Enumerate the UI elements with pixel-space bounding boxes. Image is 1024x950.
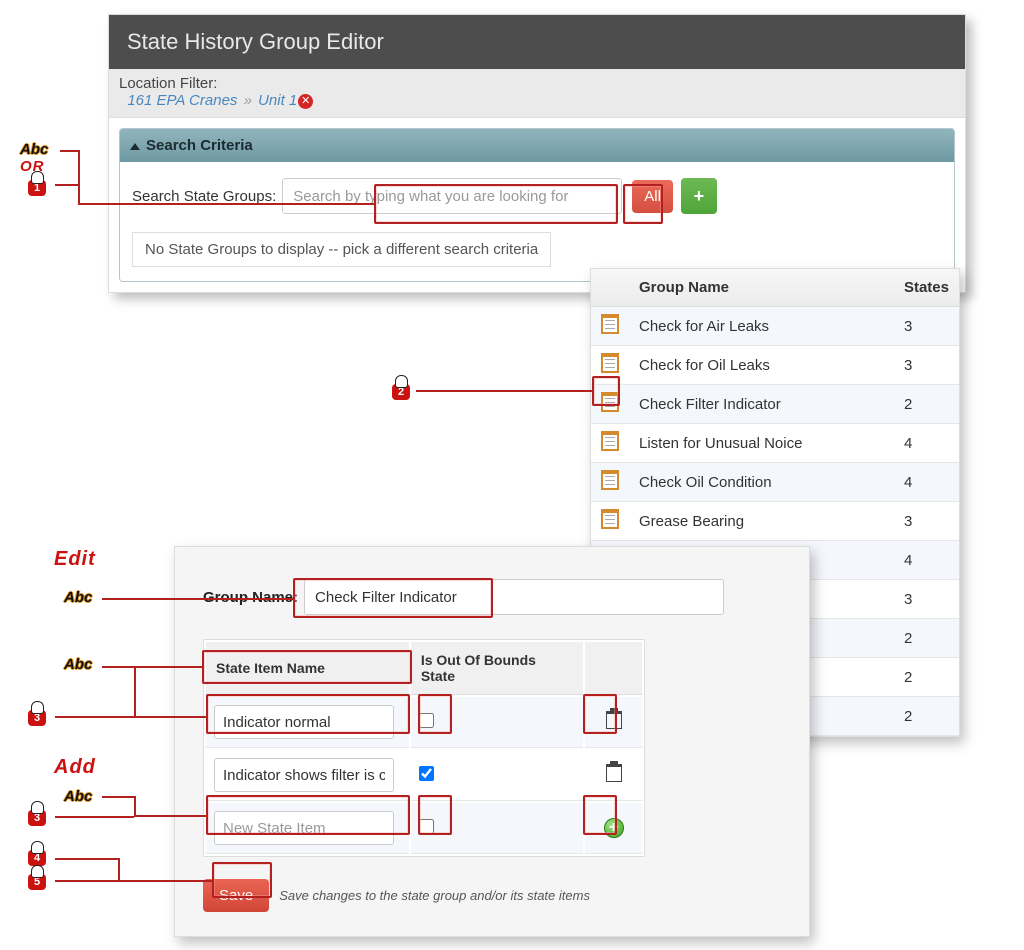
location-filter-label: Location Filter: — [119, 75, 217, 92]
cell-states: 4 — [894, 541, 959, 580]
cell-states: 2 — [894, 385, 959, 424]
add-row-icon[interactable]: + — [604, 818, 624, 838]
cell-states: 3 — [894, 580, 959, 619]
col-group-name: Group Name — [629, 269, 894, 307]
note-icon — [601, 314, 619, 334]
out-of-bounds-checkbox[interactable] — [419, 766, 434, 781]
note-icon — [601, 509, 619, 529]
note-icon — [601, 470, 619, 490]
new-item-row: + — [206, 803, 642, 854]
cell-group-name: Grease Bearing — [629, 502, 894, 541]
group-name-label: Group Name: — [203, 589, 298, 606]
cell-states: 2 — [894, 697, 959, 736]
save-button[interactable]: Save — [203, 879, 269, 912]
breadcrumb-separator: » — [242, 92, 254, 109]
ann-abc-4: Abc — [64, 788, 92, 805]
table-row — [206, 750, 642, 801]
ann-step-4: 4 — [28, 848, 46, 866]
ann-add: Add — [54, 756, 96, 779]
ann-step-5: 5 — [28, 872, 46, 890]
cell-group-name: Check for Air Leaks — [629, 307, 894, 346]
new-item-oob-checkbox[interactable] — [419, 819, 434, 834]
state-item-input[interactable] — [214, 758, 394, 792]
page-title: State History Group Editor — [109, 15, 965, 69]
editor-panel: State History Group Editor Location Filt… — [108, 14, 966, 293]
cell-group-name: Listen for Unusual Noice — [629, 424, 894, 463]
col-states: States — [894, 269, 959, 307]
state-items-table: State Item Name Is Out Of Bounds State + — [203, 639, 645, 857]
new-state-item-input[interactable] — [214, 811, 394, 845]
cell-states: 2 — [894, 619, 959, 658]
table-row — [206, 697, 642, 748]
state-item-input[interactable] — [214, 705, 394, 739]
cell-group-name: Check Filter Indicator — [629, 385, 894, 424]
col-actions — [585, 642, 642, 695]
table-row[interactable]: Grease Bearing3 — [591, 502, 959, 541]
ann-step-2: 2 — [392, 382, 410, 400]
ann-abc-1: Abc — [20, 141, 48, 158]
add-group-button[interactable]: + — [681, 178, 717, 214]
chevron-up-icon — [130, 143, 140, 150]
breadcrumb-level-1[interactable]: 161 EPA Cranes — [127, 92, 237, 109]
location-filter: Location Filter: 161 EPA Cranes » Unit 1… — [109, 69, 965, 118]
search-criteria-accordion: Search Criteria Search State Groups: All… — [119, 128, 955, 282]
search-criteria-title: Search Criteria — [146, 137, 253, 154]
cell-group-name: Check Oil Condition — [629, 463, 894, 502]
trash-icon[interactable] — [606, 764, 622, 782]
table-row[interactable]: Check for Air Leaks3 — [591, 307, 959, 346]
ann-abc-3: Abc — [64, 656, 92, 673]
search-label: Search State Groups: — [132, 188, 276, 205]
group-name-input[interactable] — [304, 579, 724, 615]
out-of-bounds-checkbox[interactable] — [419, 713, 434, 728]
save-hint: Save changes to the state group and/or i… — [279, 888, 590, 903]
cell-states: 3 — [894, 346, 959, 385]
table-row[interactable]: Check for Oil Leaks3 — [591, 346, 959, 385]
cell-group-name: Check for Oil Leaks — [629, 346, 894, 385]
ann-step-3a: 3 — [28, 708, 46, 726]
no-results-message: No State Groups to display -- pick a dif… — [132, 232, 551, 267]
trash-icon[interactable] — [606, 711, 622, 729]
remove-filter-icon[interactable]: ✕ — [298, 94, 313, 109]
table-row[interactable]: Check Filter Indicator2 — [591, 385, 959, 424]
cell-states: 3 — [894, 307, 959, 346]
group-editor-panel: Group Name: State Item Name Is Out Of Bo… — [174, 546, 810, 937]
ann-edit: Edit — [54, 548, 96, 571]
cell-states: 3 — [894, 502, 959, 541]
note-icon — [601, 392, 619, 412]
note-icon — [601, 353, 619, 373]
breadcrumb-level-2[interactable]: Unit 1 — [258, 92, 297, 109]
cell-states: 4 — [894, 463, 959, 502]
ann-step-3b: 3 — [28, 808, 46, 826]
search-input[interactable] — [282, 178, 622, 214]
table-row[interactable]: Listen for Unusual Noice4 — [591, 424, 959, 463]
col-icon — [591, 269, 629, 307]
cell-states: 4 — [894, 424, 959, 463]
col-state-item: State Item Name — [206, 642, 409, 695]
ann-abc-2: Abc — [64, 589, 92, 606]
ann-step-1: 1 — [28, 178, 46, 196]
note-icon — [601, 431, 619, 451]
search-all-button[interactable]: All — [632, 180, 673, 213]
search-criteria-header[interactable]: Search Criteria — [120, 129, 954, 162]
col-out-of-bounds: Is Out Of Bounds State — [411, 642, 583, 695]
table-row[interactable]: Check Oil Condition4 — [591, 463, 959, 502]
cell-states: 2 — [894, 658, 959, 697]
